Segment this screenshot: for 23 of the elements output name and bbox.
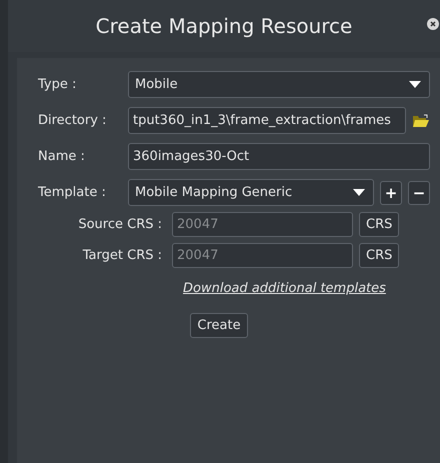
window-title: Create Mapping Resource bbox=[96, 14, 352, 38]
field-label: Template : bbox=[38, 185, 107, 200]
remove-button[interactable]: − bbox=[408, 180, 430, 204]
field-label: Target CRS : bbox=[82, 248, 163, 262]
crs-button[interactable]: CRS bbox=[359, 212, 400, 236]
type-dropdown[interactable]: Mobile bbox=[128, 71, 430, 98]
create-button[interactable]: Create bbox=[190, 313, 248, 338]
field-label: Source CRS : bbox=[77, 216, 163, 232]
field-label: Type : bbox=[38, 77, 78, 92]
template-dropdown[interactable]: Mobile Mapping Generic bbox=[128, 179, 374, 206]
name-field[interactable]: 360images30-Oct bbox=[128, 143, 430, 170]
crs-field[interactable]: 20047 bbox=[172, 212, 353, 236]
field-label: Directory : bbox=[38, 113, 108, 128]
caret-icon bbox=[409, 81, 421, 88]
download-link[interactable]: Download additional templates bbox=[183, 281, 386, 296]
caret-icon bbox=[353, 189, 365, 196]
directory-field[interactable]: tput360_in1_3\frame_extraction\frames bbox=[128, 107, 406, 134]
folder-icon[interactable] bbox=[412, 114, 430, 128]
crs-field[interactable]: 20047 bbox=[172, 242, 353, 268]
field-label: Name : bbox=[38, 149, 86, 164]
crs-button[interactable]: CRS bbox=[359, 242, 400, 268]
close-icon[interactable] bbox=[427, 18, 439, 30]
add-button[interactable]: + bbox=[380, 180, 402, 204]
